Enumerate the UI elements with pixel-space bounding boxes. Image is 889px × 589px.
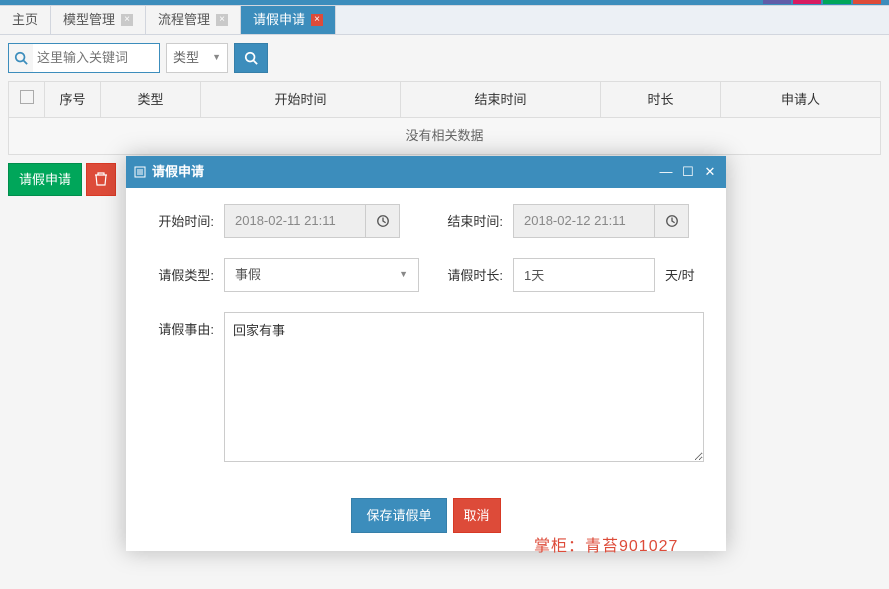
reason-textarea[interactable]: [224, 312, 704, 462]
duration-label: 请假时长:: [431, 258, 503, 292]
end-time-field[interactable]: [514, 205, 654, 237]
watermark: 掌柜：青苔901027: [534, 535, 678, 559]
chevron-down-icon: ▼: [399, 268, 408, 282]
cancel-button[interactable]: 取消: [453, 498, 501, 534]
end-time-input[interactable]: [513, 204, 689, 238]
start-time-field[interactable]: [225, 205, 365, 237]
form-icon: [134, 166, 146, 178]
leave-dialog: 请假申请 — ☐ ✕ 开始时间: 结束时间:: [126, 156, 726, 551]
start-time-label: 开始时间:: [142, 204, 214, 238]
dialog-titlebar[interactable]: 请假申请 — ☐ ✕: [126, 156, 726, 188]
duration-input[interactable]: [513, 258, 655, 292]
clock-icon[interactable]: [365, 205, 399, 237]
leave-type-label: 请假类型:: [142, 258, 214, 292]
save-button[interactable]: 保存请假单: [351, 498, 446, 534]
clock-icon[interactable]: [654, 205, 688, 237]
modal-overlay: 请假申请 — ☐ ✕ 开始时间: 结束时间:: [0, 0, 889, 589]
leave-type-select[interactable]: 事假▼: [224, 258, 419, 292]
close-icon[interactable]: ✕: [702, 162, 718, 182]
dialog-title: 请假申请: [152, 162, 204, 182]
reason-label: 请假事由:: [142, 312, 214, 340]
start-time-input[interactable]: [224, 204, 400, 238]
maximize-icon[interactable]: ☐: [680, 162, 696, 182]
end-time-label: 结束时间:: [431, 204, 503, 238]
minimize-icon[interactable]: —: [658, 162, 674, 182]
duration-unit: 天/时: [665, 258, 695, 292]
